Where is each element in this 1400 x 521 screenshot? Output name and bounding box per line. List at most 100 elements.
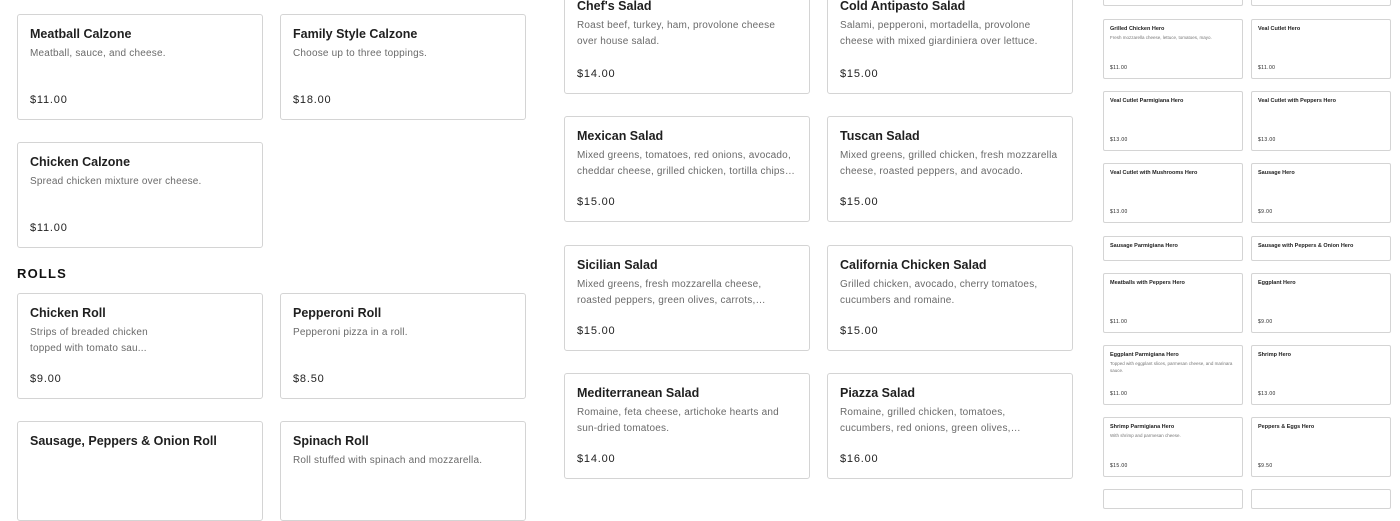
menu-item-card[interactable]: Meatballs with Peppers Hero $11.00 [1103, 273, 1243, 333]
item-price: $15.00 [840, 196, 879, 208]
item-price: $11.00 [30, 222, 68, 234]
item-price: $16.00 [840, 453, 879, 465]
menu-item-card[interactable]: Chef's Salad Roast beef, turkey, ham, pr… [564, 0, 810, 94]
item-description: With shrimp and parmesan cheese. [1110, 433, 1181, 438]
menu-item-card[interactable]: Sausage, Peppers & Onion Roll [17, 421, 263, 521]
item-name: Sausage Hero [1258, 170, 1295, 176]
item-price: $9.00 [30, 373, 62, 385]
item-description: Grilled chicken, avocado, cherry tomatoe… [840, 279, 1038, 306]
item-name: Peppers & Eggs Hero [1258, 424, 1315, 430]
item-price: $15.00 [1110, 463, 1128, 469]
item-description: Roll stuffed with spinach and mozzarella… [293, 455, 483, 466]
item-description: Choose up to three toppings. [293, 48, 428, 59]
menu-item-card[interactable]: Eggplant Parmigiana Hero Topped with egg… [1103, 345, 1243, 405]
menu-item-card[interactable]: Mexican Salad Mixed greens, tomatoes, re… [564, 116, 810, 222]
item-price: $9.00 [1258, 319, 1273, 325]
item-name: Chef's Salad [577, 0, 652, 13]
item-description: Romaine, grilled chicken, tomatoes, cucu… [840, 407, 1011, 434]
item-name: Eggplant Hero [1258, 280, 1296, 286]
item-description: Salami, pepperoni, mortadella, provolone… [840, 20, 1038, 47]
menu-item-card[interactable]: Spinach Roll Roll stuffed with spinach a… [280, 421, 526, 521]
item-name: Mediterranean Salad [577, 386, 700, 400]
menu-item-card[interactable] [1103, 489, 1243, 509]
item-price: $13.00 [1110, 209, 1128, 215]
item-price: $9.00 [1258, 209, 1273, 215]
item-description: Mixed greens, fresh mozzarella cheese, r… [577, 279, 762, 306]
item-price: $15.00 [840, 325, 879, 337]
section-heading-rolls: ROLLS [17, 266, 68, 281]
menu-item-card[interactable]: Grilled Chicken Hero Fresh mozzarella ch… [1103, 19, 1243, 79]
item-name: Cold Antipasto Salad [840, 0, 966, 13]
item-price: $13.00 [1258, 391, 1276, 397]
menu-item-card[interactable]: Veal Cutlet Hero $11.00 [1251, 19, 1391, 79]
item-price: $18.00 [293, 94, 332, 106]
menu-item-card[interactable]: Pepperoni Roll Pepperoni pizza in a roll… [280, 293, 526, 399]
item-name: Veal Cutlet with Peppers Hero [1258, 98, 1336, 104]
item-price: $11.00 [30, 94, 68, 106]
item-description: Roast beef, turkey, ham, provolone chees… [577, 20, 776, 47]
menu-item-card[interactable]: Mediterranean Salad Romaine, feta cheese… [564, 373, 810, 479]
item-price: $8.50 [293, 373, 325, 385]
menu-item-card[interactable]: Shrimp Parmigiana Hero With shrimp and p… [1103, 417, 1243, 477]
item-price: $15.00 [577, 196, 616, 208]
item-name: Veal Cutlet with Mushrooms Hero [1110, 170, 1198, 176]
item-name: Spinach Roll [293, 434, 369, 448]
item-name: Piazza Salad [840, 386, 916, 400]
item-description: Mixed greens, grilled chicken, fresh moz… [840, 150, 1058, 177]
item-price: $15.00 [577, 325, 616, 337]
item-description: Pepperoni pizza in a roll. [293, 327, 408, 338]
item-name: California Chicken Salad [840, 258, 987, 272]
item-name: Shrimp Hero [1258, 352, 1292, 358]
menu-item-card[interactable] [1103, 0, 1243, 6]
item-name: Veal Cutlet Hero [1258, 26, 1301, 32]
item-name: Family Style Calzone [293, 27, 418, 41]
item-price: $11.00 [1110, 391, 1128, 397]
item-name: Chicken Roll [30, 306, 106, 320]
item-name: Veal Cutlet Parmigiana Hero [1110, 98, 1184, 104]
menu-item-card[interactable]: Family Style Calzone Choose up to three … [280, 14, 526, 120]
item-name: Pepperoni Roll [293, 306, 382, 320]
item-description: Topped with eggplant slices, parmesan ch… [1110, 361, 1233, 373]
item-description: Mixed greens, tomatoes, red onions, avoc… [577, 150, 791, 177]
item-name: Grilled Chicken Hero [1110, 26, 1165, 32]
menu-item-card[interactable]: Meatball Calzone Meatball, sauce, and ch… [17, 14, 263, 120]
item-name: Sausage with Peppers & Onion Hero [1258, 243, 1354, 249]
item-price: $11.00 [1258, 65, 1276, 71]
menu-item-card[interactable] [1251, 489, 1391, 509]
menu-item-card[interactable]: Eggplant Hero $9.00 [1251, 273, 1391, 333]
item-description: Romaine, feta cheese, artichoke hearts a… [577, 407, 779, 434]
item-price: $14.00 [577, 453, 616, 465]
menu-item-card[interactable]: Veal Cutlet with Peppers Hero $13.00 [1251, 91, 1391, 151]
menu-item-card[interactable]: Sausage Parmigiana Hero [1103, 236, 1243, 261]
menu-item-card[interactable]: Veal Cutlet with Mushrooms Hero $13.00 [1103, 163, 1243, 223]
menu-item-card[interactable]: Veal Cutlet Parmigiana Hero $13.00 [1103, 91, 1243, 151]
menu-item-card[interactable]: Sausage with Peppers & Onion Hero [1251, 236, 1391, 261]
menu-item-card[interactable]: Cold Antipasto Salad Salami, pepperoni, … [827, 0, 1073, 94]
menu-item-card[interactable]: Chicken Roll Strips of breaded chicken t… [17, 293, 263, 399]
menu-item-card[interactable]: Piazza Salad Romaine, grilled chicken, t… [827, 373, 1073, 479]
item-name: Meatball Calzone [30, 27, 132, 41]
menu-item-card[interactable]: Peppers & Eggs Hero $9.50 [1251, 417, 1391, 477]
item-name: Shrimp Parmigiana Hero [1110, 424, 1175, 430]
item-name: Chicken Calzone [30, 155, 131, 169]
item-name: Meatballs with Peppers Hero [1110, 280, 1185, 286]
item-name: Sicilian Salad [577, 258, 658, 272]
item-price: $14.00 [577, 68, 616, 80]
item-name: Mexican Salad [577, 129, 664, 143]
menu-item-card[interactable]: Sicilian Salad Mixed greens, fresh mozza… [564, 245, 810, 351]
menu-item-card[interactable]: California Chicken Salad Grilled chicken… [827, 245, 1073, 351]
menu-item-card[interactable]: Chicken Calzone Spread chicken mixture o… [17, 142, 263, 248]
menu-item-card[interactable] [1251, 0, 1391, 6]
menu-item-card[interactable]: Shrimp Hero $13.00 [1251, 345, 1391, 405]
item-price: $11.00 [1110, 319, 1128, 325]
item-price: $11.00 [1110, 65, 1128, 71]
item-price: $9.50 [1258, 463, 1273, 469]
item-name: Tuscan Salad [840, 129, 920, 143]
menu-item-card[interactable]: Sausage Hero $9.00 [1251, 163, 1391, 223]
item-price: $13.00 [1258, 137, 1276, 143]
item-name: Sausage Parmigiana Hero [1110, 243, 1178, 249]
menu-item-card[interactable]: Tuscan Salad Mixed greens, grilled chick… [827, 116, 1073, 222]
item-description: Strips of breaded chicken topped with to… [30, 327, 148, 354]
item-name: Eggplant Parmigiana Hero [1110, 352, 1179, 358]
item-description: Fresh mozzarella cheese, lettuce, tomato… [1110, 35, 1212, 40]
